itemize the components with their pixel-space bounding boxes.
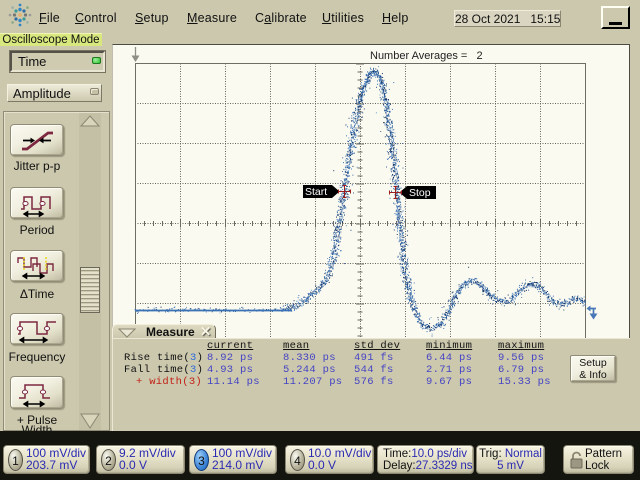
svg-text:Start: Start <box>305 186 327 198</box>
svg-text:Stop: Stop <box>409 187 431 199</box>
